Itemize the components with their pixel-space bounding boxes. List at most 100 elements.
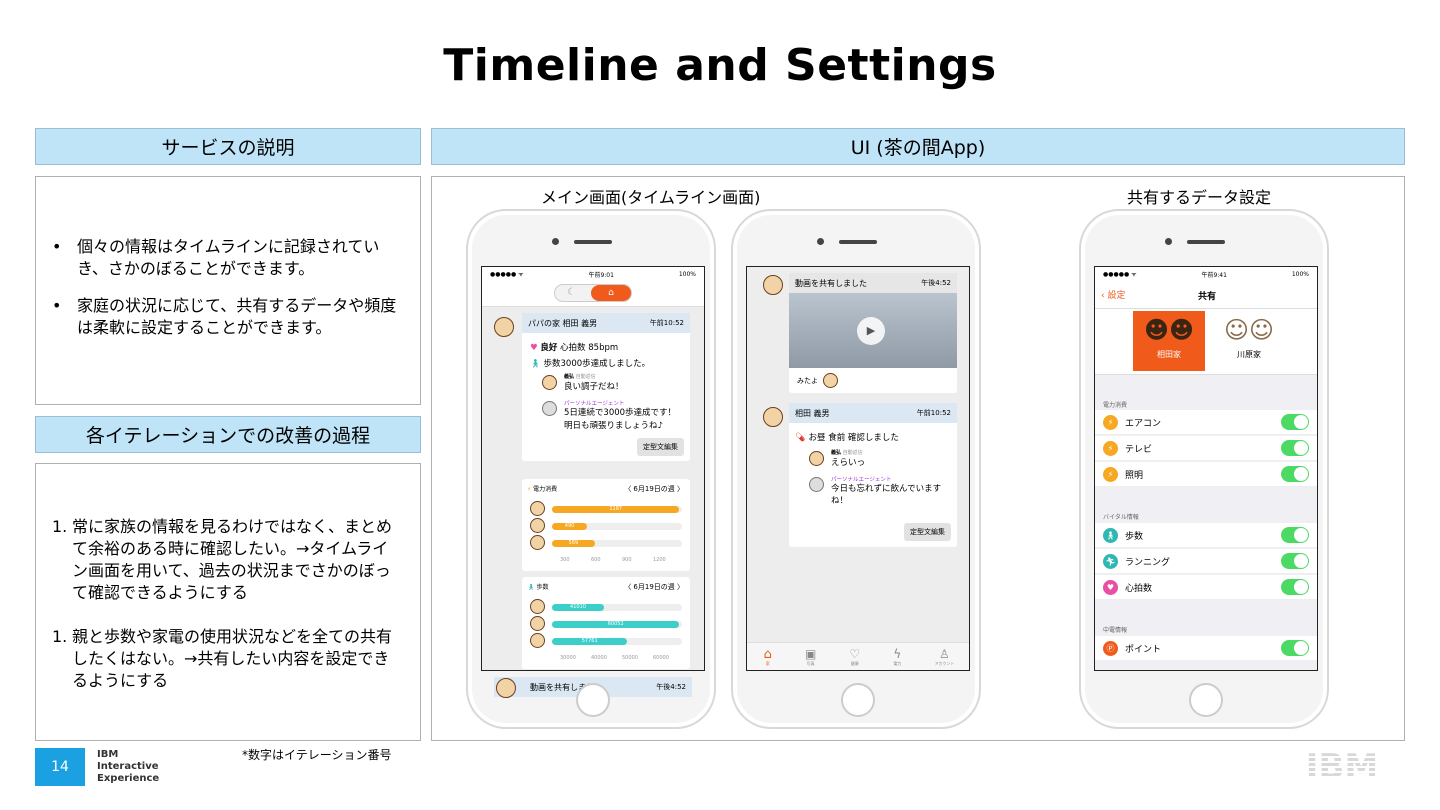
avatar: [494, 317, 514, 337]
step-item: 1. 親と歩数や家電の使用状況などを全ての共有したくはない。→共有したい内容を設定…: [52, 626, 397, 692]
post-header: 相田 義男 午前10:52: [789, 403, 957, 423]
template-edit-button[interactable]: 定型文編集: [637, 438, 684, 456]
steps-row: 🚶︎ 歩数3000歩達成しました。: [530, 357, 650, 369]
steps-chart-title: 🚶︎ 歩数: [527, 582, 549, 591]
phone-settings: ●●●●● ᯤ 午前9:41 100% ‹ 設定 共有 ☻☻ 相田家 ☺☺ 川原…: [1079, 209, 1329, 729]
page-number: 14: [35, 748, 85, 786]
setting-label: エアコン: [1125, 418, 1162, 429]
week-selector[interactable]: 〈 6月19日の週 〉: [624, 582, 684, 592]
clock: 午前9:01: [588, 271, 614, 279]
tick-label: 30000: [560, 655, 576, 661]
moon-icon[interactable]: ☾: [567, 287, 576, 298]
setting-row-running: 🏃︎ ランニング: [1095, 549, 1317, 574]
tab-power[interactable]: ϟ 電力: [893, 648, 901, 667]
step-text: 親と歩数や家電の使用状況などを全ての共有したくはない。→共有したい内容を設定でき…: [72, 627, 393, 690]
tab-label: アカウント: [934, 661, 955, 666]
agent-avatar: [809, 477, 824, 492]
walk-icon: 🚶︎: [527, 584, 535, 591]
agent-text: 今日も忘れずに飲んでいますね！: [831, 484, 942, 506]
pill-icon: 💊︎: [795, 433, 806, 443]
setting-row-heartrate: ♥ 心拍数: [1095, 575, 1317, 600]
setting-label: テレビ: [1125, 444, 1153, 455]
toggle-switch[interactable]: [1281, 553, 1309, 569]
house-icon: ⌂: [763, 647, 772, 662]
tick-label: 600: [591, 557, 601, 563]
status-bar: ●●●●● ᯤ 午前9:01 100%: [482, 267, 704, 281]
tab-home[interactable]: ⌂ 家: [764, 648, 772, 667]
tick-label: 40000: [591, 655, 607, 661]
week-selector[interactable]: 〈 6月19日の週 〉: [624, 484, 684, 494]
bolt-icon: ⚡: [527, 486, 532, 493]
steps-message: 歩数3000歩達成しました。: [543, 359, 651, 369]
play-icon[interactable]: ▶: [857, 317, 885, 345]
family-kawahara[interactable]: ☺☺ 川原家: [1213, 311, 1285, 371]
toggle-switch[interactable]: [1281, 440, 1309, 456]
bolt-icon: ⚡: [1103, 467, 1118, 482]
medicine-post-card: 相田 義男 午前10:52 💊︎ お昼 食前 確認しました 義弘 自動返信 えらい…: [789, 403, 957, 547]
bar-track: 1187: [552, 506, 682, 513]
phone-timeline: ●●●●● ᯤ 午前9:01 100% ☾ ⌂ パパの家 相田 義男 午前10:5…: [466, 209, 716, 729]
toggle-switch[interactable]: [1281, 414, 1309, 430]
nav-bar: ‹ 設定 共有: [1095, 281, 1317, 309]
timeline-screen-2: 動画を共有しました 午後4:52 ▶ みたよ 相田 義男 午前10:52 💊︎ お昼…: [746, 266, 970, 671]
reply-text: 良い調子だね！: [564, 382, 624, 392]
avatar: [530, 518, 545, 533]
tab-bar: ⌂ 家 ▣ 写真 ♡ 健康 ϟ 電力 ♙ アカウント: [747, 642, 969, 670]
speaker: [1187, 240, 1225, 244]
brand-line: Interactive: [97, 761, 159, 772]
toggle-switch[interactable]: [1281, 527, 1309, 543]
family-label: 相田家: [1157, 350, 1181, 359]
toggle-switch[interactable]: [1281, 466, 1309, 482]
heart-icon: ♥: [530, 343, 538, 353]
family-aida[interactable]: ☻☻ 相田家: [1133, 311, 1205, 371]
tab-photo[interactable]: ▣ 写真: [805, 648, 816, 667]
main-screen-label: メイン画面(タイムライン画面): [541, 188, 761, 207]
points-icon: Ⓟ: [1103, 641, 1118, 656]
walk-icon: 🚶︎: [530, 359, 541, 369]
home-mode-icon[interactable]: ⌂: [591, 285, 631, 301]
video-thumbnail[interactable]: ▶: [789, 293, 957, 368]
step-text: 常に家族の情報を見るわけではなく、まとめて余裕のある時に確認したい。→タイムライ…: [72, 517, 393, 602]
mood-label: 良好: [540, 343, 558, 353]
bolt-icon: ⚡: [1103, 415, 1118, 430]
tab-health[interactable]: ♡ 健康: [849, 648, 860, 667]
setting-row-light: ⚡ 照明: [1095, 462, 1317, 487]
video-post-time: 午後4:52: [921, 279, 951, 287]
home-button[interactable]: [576, 683, 610, 717]
tab-label: 写真: [806, 661, 815, 666]
home-button[interactable]: [841, 683, 875, 717]
tab-account[interactable]: ♙ アカウント: [934, 648, 954, 667]
mode-toggle-bar: ☾ ⌂: [482, 281, 704, 307]
home-button[interactable]: [1189, 683, 1223, 717]
post-header: パパの家 相田 義男 午前10:52: [522, 313, 690, 333]
bar-track: 569: [552, 540, 682, 547]
next-post-time: 午後4:52: [656, 683, 686, 691]
avatar: [530, 535, 545, 550]
ui-header: UI (茶の間App): [431, 128, 1405, 165]
brand-logo: IBM Interactive Experience: [97, 749, 159, 785]
family-icon: ☺☺: [1223, 316, 1275, 344]
brand-line: IBM: [97, 749, 119, 760]
reply-meta: 義弘 自動返信: [564, 373, 596, 380]
reply-text: えらいっ: [831, 458, 866, 468]
power-section-label: 電力消費: [1103, 402, 1128, 409]
avatar: [530, 501, 545, 516]
bar-track: 490: [552, 523, 682, 530]
avatar: [763, 275, 783, 295]
video-post-title: 動画を共有しました: [795, 278, 867, 288]
bar-track: 60052: [552, 621, 682, 628]
toggle-switch[interactable]: [1281, 640, 1309, 656]
share-settings-label: 共有するデータ設定: [1127, 188, 1272, 207]
avatar: [530, 633, 545, 648]
avatar: [530, 599, 545, 614]
template-edit-button[interactable]: 定型文編集: [904, 523, 951, 541]
settings-screen: ●●●●● ᯤ 午前9:41 100% ‹ 設定 共有 ☻☻ 相田家 ☺☺ 川原…: [1094, 266, 1318, 671]
toggle-switch[interactable]: [1281, 579, 1309, 595]
nav-title: 共有: [1197, 292, 1216, 302]
viewer-avatar: [823, 373, 838, 388]
run-icon: 🏃︎: [1103, 554, 1118, 569]
speaker: [839, 240, 877, 244]
mode-switch[interactable]: ☾ ⌂: [554, 284, 632, 302]
tab-label: 健康: [850, 661, 859, 666]
timeline-post-card: パパの家 相田 義男 午前10:52 ♥ 良好 心拍数 85bpm 🚶︎ 歩数30…: [522, 313, 690, 461]
